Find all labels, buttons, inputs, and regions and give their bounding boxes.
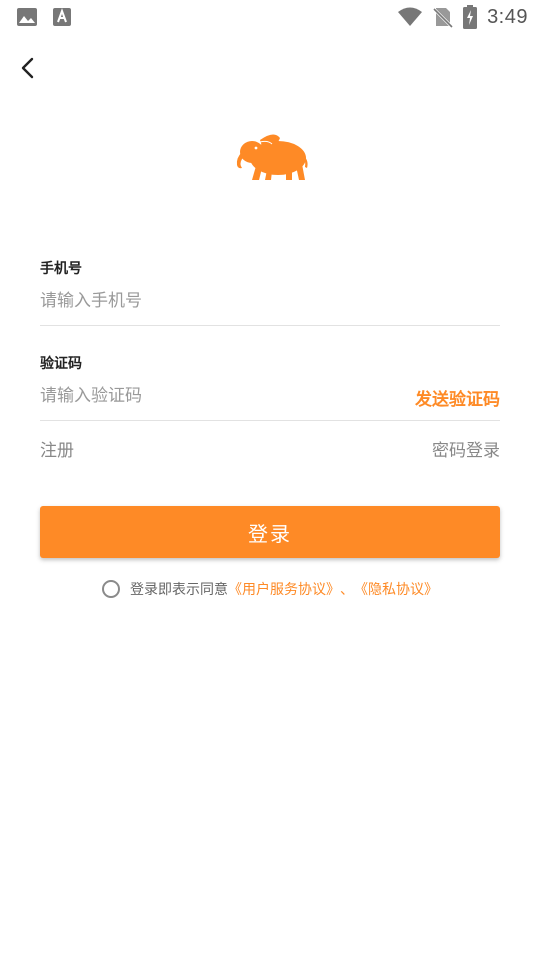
login-button-label: 登录 <box>248 521 292 546</box>
login-button[interactable]: 登录 <box>40 506 500 558</box>
password-login-link[interactable]: 密码登录 <box>432 436 500 461</box>
user-agreement-link[interactable]: 《用户服务协议》 <box>228 579 340 599</box>
status-bar: 3:49 <box>0 0 540 36</box>
agreement-row: 登录即表示同意 《用户服务协议》 、 《隐私协议》 <box>102 579 438 599</box>
no-sim-icon <box>433 6 454 28</box>
agreement-checkbox[interactable] <box>102 580 120 598</box>
back-button[interactable] <box>14 54 42 82</box>
verification-code-input[interactable] <box>40 384 340 408</box>
code-label: 验证码 <box>40 356 82 372</box>
privacy-policy-link[interactable]: 《隐私协议》 <box>354 579 438 599</box>
send-code-button[interactable]: 发送验证码 <box>415 385 500 410</box>
agreement-prefix: 登录即表示同意 <box>130 582 228 598</box>
battery-charging-icon <box>463 5 478 29</box>
register-link[interactable]: 注册 <box>40 436 74 461</box>
font-icon <box>52 7 72 27</box>
wifi-icon <box>397 7 423 27</box>
code-divider <box>40 420 500 421</box>
elephant-logo-icon <box>234 128 310 184</box>
agreement-separator: 、 <box>340 582 354 598</box>
chevron-left-icon <box>14 57 42 86</box>
phone-divider <box>40 325 500 326</box>
image-icon <box>16 7 38 27</box>
phone-label: 手机号 <box>40 261 82 277</box>
phone-input[interactable] <box>40 289 400 313</box>
clock: 3:49 <box>487 5 528 28</box>
